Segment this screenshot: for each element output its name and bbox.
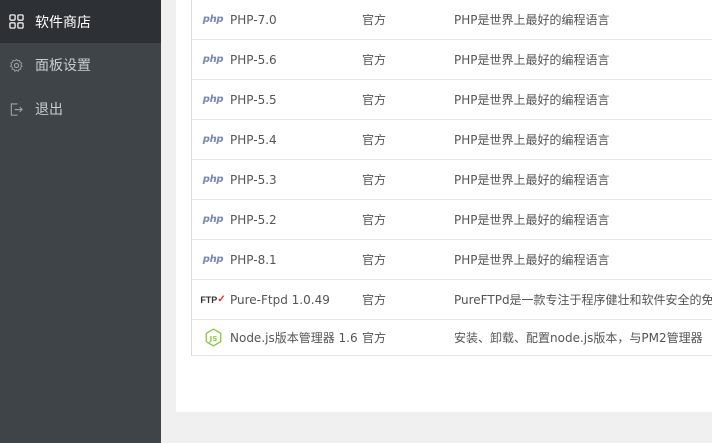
logout-icon bbox=[8, 101, 24, 117]
software-description: 安装、卸载、配置node.js版本，与PM2管理器 bbox=[454, 331, 703, 345]
software-type: 官方 bbox=[362, 331, 387, 345]
software-name: PHP-5.3 bbox=[230, 172, 277, 187]
software-name-cell: FTP ✓ Pure-Ftpd 1.0.49 bbox=[192, 290, 362, 310]
software-name-cell: php PHP-5.4 bbox=[192, 130, 362, 150]
software-name-cell: JS Node.js版本管理器 1.6 bbox=[192, 328, 362, 348]
software-name-cell: php PHP-8.1 bbox=[192, 250, 362, 270]
gear-icon bbox=[8, 57, 24, 73]
table-row[interactable]: php PHP-5.3 官方 PHP是世界上最好的编程语言 bbox=[192, 160, 712, 200]
php-logo-icon: php bbox=[202, 54, 224, 65]
main-content: php PHP-7.0 官方 PHP是世界上最好的编程语言 php PHP-5.… bbox=[161, 0, 712, 443]
software-type: 官方 bbox=[362, 173, 387, 187]
check-mark-icon: ✓ bbox=[217, 294, 226, 305]
software-type: 官方 bbox=[362, 13, 387, 27]
sidebar-item-logout[interactable]: 退出 bbox=[0, 87, 161, 131]
sidebar-item-label: 软件商店 bbox=[35, 14, 91, 31]
software-type: 官方 bbox=[362, 293, 387, 307]
software-name: PHP-8.1 bbox=[230, 252, 277, 267]
software-description: PHP是世界上最好的编程语言 bbox=[454, 133, 610, 147]
software-description: PHP是世界上最好的编程语言 bbox=[454, 253, 610, 267]
software-name: PHP-5.4 bbox=[230, 132, 277, 147]
php-logo-icon: php bbox=[202, 94, 224, 105]
software-name-cell: php PHP-5.2 bbox=[192, 210, 362, 230]
sidebar: 软件商店 面板设置 退出 bbox=[0, 0, 161, 443]
software-description: PureFTPd是一款专注于程序健壮和软件安全的免 bbox=[454, 293, 712, 307]
software-name: PHP-5.2 bbox=[230, 212, 277, 227]
software-name-cell: php PHP-5.6 bbox=[192, 50, 362, 70]
table-row[interactable]: php PHP-5.5 官方 PHP是世界上最好的编程语言 bbox=[192, 80, 712, 120]
software-description: PHP是世界上最好的编程语言 bbox=[454, 173, 610, 187]
table-row[interactable]: php PHP-5.2 官方 PHP是世界上最好的编程语言 bbox=[192, 200, 712, 240]
table-row[interactable]: php PHP-5.6 官方 PHP是世界上最好的编程语言 bbox=[192, 40, 712, 80]
nodejs-logo-icon: JS bbox=[202, 328, 224, 348]
software-description: PHP是世界上最好的编程语言 bbox=[454, 93, 610, 107]
software-name: Pure-Ftpd 1.0.49 bbox=[230, 292, 330, 307]
software-description: PHP是世界上最好的编程语言 bbox=[454, 13, 610, 27]
software-table: php PHP-7.0 官方 PHP是世界上最好的编程语言 php PHP-5.… bbox=[191, 0, 712, 356]
software-panel: php PHP-7.0 官方 PHP是世界上最好的编程语言 php PHP-5.… bbox=[176, 0, 712, 412]
table-row[interactable]: php PHP-7.0 官方 PHP是世界上最好的编程语言 bbox=[192, 0, 712, 40]
software-name-cell: php PHP-5.5 bbox=[192, 90, 362, 110]
software-type: 官方 bbox=[362, 53, 387, 67]
php-logo-icon: php bbox=[202, 134, 224, 145]
software-description: PHP是世界上最好的编程语言 bbox=[454, 213, 610, 227]
software-name: Node.js版本管理器 1.6 bbox=[230, 331, 358, 345]
software-type: 官方 bbox=[362, 93, 387, 107]
table-row[interactable]: FTP ✓ Pure-Ftpd 1.0.49 官方 PureFTPd是一款专注于程… bbox=[192, 280, 712, 320]
software-name-cell: php PHP-5.3 bbox=[192, 170, 362, 190]
sidebar-item-panel-settings[interactable]: 面板设置 bbox=[0, 43, 161, 87]
svg-text:JS: JS bbox=[208, 334, 217, 343]
table-row[interactable]: php PHP-5.4 官方 PHP是世界上最好的编程语言 bbox=[192, 120, 712, 160]
sidebar-item-label: 退出 bbox=[35, 102, 63, 118]
ftp-logo-text: FTP bbox=[200, 294, 218, 305]
ftp-logo-icon: FTP ✓ bbox=[200, 290, 226, 310]
software-type: 官方 bbox=[362, 213, 387, 227]
php-logo-icon: php bbox=[202, 254, 224, 265]
table-row[interactable]: JS Node.js版本管理器 1.6 官方 安装、卸载、配置node.js版本… bbox=[192, 320, 712, 356]
sidebar-item-label: 面板设置 bbox=[35, 58, 91, 74]
php-logo-icon: php bbox=[202, 14, 224, 25]
table-row[interactable]: php PHP-8.1 官方 PHP是世界上最好的编程语言 bbox=[192, 240, 712, 280]
software-description: PHP是世界上最好的编程语言 bbox=[454, 53, 610, 67]
php-logo-icon: php bbox=[202, 214, 224, 225]
software-name: PHP-5.5 bbox=[230, 92, 277, 107]
sidebar-item-software-store[interactable]: 软件商店 bbox=[0, 0, 161, 43]
software-name-cell: php PHP-7.0 bbox=[192, 10, 362, 30]
software-name: PHP-5.6 bbox=[230, 52, 277, 67]
software-type: 官方 bbox=[362, 133, 387, 147]
software-type: 官方 bbox=[362, 253, 387, 267]
software-name: PHP-7.0 bbox=[230, 12, 277, 27]
php-logo-icon: php bbox=[202, 174, 224, 185]
grid-icon bbox=[8, 14, 24, 30]
